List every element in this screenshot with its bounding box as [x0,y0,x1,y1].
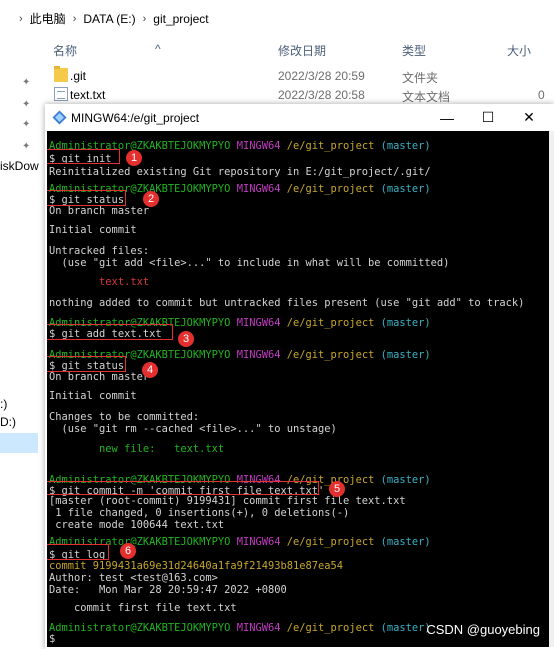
column-header-row: 名称 ^ 修改日期 类型 大小 [0,36,554,62]
output-line: Initial commit [49,224,137,236]
breadcrumb-folder[interactable]: git_project [153,12,208,26]
minimize-button[interactable]: — [427,104,467,131]
column-type[interactable]: 类型 [402,42,426,59]
pin-icon: ✦ [22,119,31,130]
output-line: Reinitialized existing Git repository in… [49,166,431,178]
file-type: 文件夹 [402,71,439,85]
column-date[interactable]: 修改日期 [278,42,326,59]
untracked-file-line: text.txt [49,276,150,288]
file-name: .git [70,69,87,83]
pin-icon: ✦ [22,141,31,152]
annotation-box-2 [47,190,126,206]
output-line: (use "git rm --cached <file>..." to unst… [49,423,337,435]
output-line: Initial commit [49,390,137,402]
command-line: $ [49,633,56,645]
output-line: nothing added to commit but untracked fi… [49,297,525,309]
breadcrumb: › 此电脑 › DATA (E:) › git_project [12,10,209,27]
annotation-box-5 [47,481,319,495]
chevron-right-icon: › [19,12,23,25]
nav-item[interactable]: D:) [0,415,16,429]
column-size[interactable]: 大小 [507,42,531,59]
annotation-badge-2: 2 [143,191,159,207]
output-line: create mode 100644 text.txt [49,519,225,531]
nav-item[interactable]: iskDow [0,159,39,173]
pin-icon: ✦ [22,99,31,110]
folder-icon [54,66,68,82]
output-line: On branch master [49,371,150,383]
nav-item[interactable]: :) [0,397,7,411]
annotation-badge-3: 3 [178,331,194,347]
annotation-badge-6: 6 [120,543,136,559]
annotation-badge-1: 1 [126,150,142,166]
breadcrumb-this-pc[interactable]: 此电脑 [30,10,66,27]
file-type: 文本文档 [402,90,451,104]
annotation-box-4 [47,356,126,372]
staged-file-line: new file: text.txt [49,443,225,455]
breadcrumb-drive[interactable]: DATA (E:) [83,12,135,26]
watermark: CSDN @guoyebing [426,622,540,637]
annotation-badge-4: 4 [142,362,158,378]
terminal-title: MINGW64:/e/git_project [71,111,200,125]
prompt-line: Administrator@ZKAKBTEJOKMYPYO MINGW64 /e… [49,622,431,634]
file-row-git[interactable]: .git 2022/3/28 20:59 文件夹 [48,66,554,85]
sort-up-icon: ^ [155,42,161,56]
file-row-text[interactable]: text.txt 2022/3/28 20:58 文本文档 0 K [48,86,554,116]
nav-item-selected[interactable] [0,433,38,453]
terminal-scrollbar[interactable] [549,131,554,647]
maximize-button[interactable]: ☐ [468,104,508,131]
output-line: (use "git add <file>..." to include in w… [49,257,450,269]
annotation-box-6 [47,544,109,560]
chevron-right-icon: › [142,12,147,25]
output-line: commit first file text.txt [49,602,237,614]
terminal-titlebar[interactable]: MINGW64:/e/git_project — ☐ ✕ [45,104,554,131]
annotation-box-3 [47,324,173,340]
file-date: 2022/3/28 20:58 [278,88,365,102]
annotation-box-1 [47,149,120,164]
column-name[interactable]: 名称 [53,42,77,59]
chevron-right-icon: › [72,12,77,25]
output-line: Date: Mon Mar 28 20:59:47 2022 +0800 [49,584,287,596]
terminal-window[interactable]: MINGW64:/e/git_project — ☐ ✕ Administrat… [45,104,554,649]
file-name: text.txt [70,88,106,102]
text-file-icon [54,87,68,101]
terminal-console[interactable]: Administrator@ZKAKBTEJOKMYPYO MINGW64 /e… [47,131,549,647]
file-date: 2022/3/28 20:59 [278,69,365,83]
address-bar[interactable]: › 此电脑 › DATA (E:) › git_project [0,0,554,34]
pin-icon: ✦ [22,77,31,88]
output-line: On branch master [49,205,150,217]
mingw-icon [52,110,67,125]
close-button[interactable]: ✕ [509,104,549,131]
annotation-badge-5: 5 [329,481,345,497]
navigation-pane: ✦ ✦ ✦ ✦ iskDow :) D:) [0,62,44,649]
